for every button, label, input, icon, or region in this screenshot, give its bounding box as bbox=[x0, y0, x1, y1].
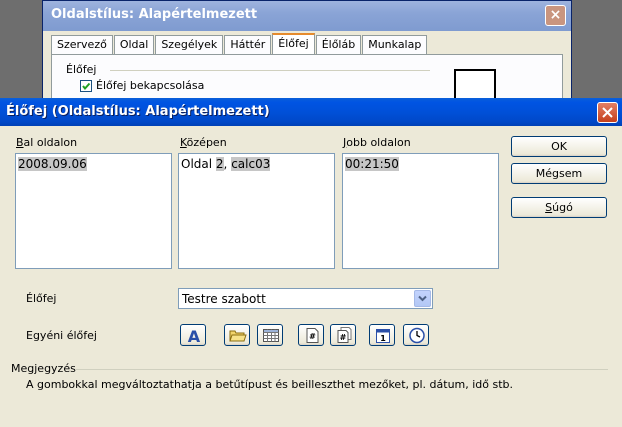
center-area-editor[interactable]: Oldal 2, calc03 bbox=[178, 153, 335, 269]
header-dialog-titlebar: Élőfej (Oldalstílus: Alapértelmezett) bbox=[0, 98, 622, 126]
help-button[interactable]: Súgó bbox=[511, 197, 607, 218]
right-area-editor[interactable]: 00:21:50 bbox=[342, 153, 499, 269]
tab-header[interactable]: Élőfej bbox=[272, 33, 315, 55]
close-button[interactable] bbox=[597, 102, 618, 123]
checkmark-icon bbox=[82, 82, 91, 90]
page-style-tabs: Szervező Oldal Szegélyek Háttér Élőfej É… bbox=[51, 33, 428, 55]
header-dialog: Élőfej (Oldalstílus: Alapértelmezett) Ba… bbox=[0, 98, 622, 427]
page-style-dialog: Oldalstílus: Alapértelmezett × Szervező … bbox=[42, 0, 572, 117]
section-divider bbox=[110, 70, 430, 71]
right-area-label: Jobb oldalon bbox=[343, 136, 411, 149]
text-attributes-icon: A bbox=[188, 327, 201, 344]
left-area-editor[interactable]: 2008.09.06 bbox=[15, 153, 172, 269]
tab-background[interactable]: Háttér bbox=[224, 35, 272, 54]
tab-organizer[interactable]: Szervező bbox=[51, 35, 113, 54]
date-icon: 1 bbox=[376, 329, 390, 343]
page-count-icon: # bbox=[337, 327, 352, 343]
svg-text:1: 1 bbox=[380, 334, 386, 343]
header-type-label: Élőfej bbox=[26, 292, 57, 305]
date-field[interactable]: 2008.09.06 bbox=[18, 157, 87, 171]
text-attributes-button[interactable]: A bbox=[180, 324, 206, 346]
file-name-button[interactable] bbox=[224, 324, 250, 346]
page-style-title: Oldalstílus: Alapértelmezett bbox=[51, 7, 258, 22]
header-on-checkbox[interactable] bbox=[80, 79, 92, 92]
note-text: A gombokkal megváltoztathatja a betűtípu… bbox=[26, 378, 514, 391]
left-area-label: Bal oldalon bbox=[16, 136, 78, 149]
page-number-field[interactable]: 2 bbox=[215, 157, 224, 171]
svg-text:A: A bbox=[188, 327, 201, 344]
chevron-down-icon[interactable] bbox=[414, 290, 431, 307]
header-on-label: Élőfej bekapcsolása bbox=[96, 79, 205, 92]
tab-borders[interactable]: Szegélyek bbox=[155, 35, 224, 54]
close-icon bbox=[602, 107, 613, 118]
tab-footer[interactable]: Élőláb bbox=[315, 35, 362, 54]
tab-page[interactable]: Oldal bbox=[113, 35, 155, 54]
header-dialog-title: Élőfej (Oldalstílus: Alapértelmezett) bbox=[6, 104, 270, 119]
page-number-icon: # bbox=[306, 328, 319, 343]
sheet-name-icon bbox=[263, 329, 279, 342]
time-icon bbox=[409, 327, 425, 344]
tab-sheet[interactable]: Munkalap bbox=[362, 35, 428, 54]
ok-button[interactable]: OK bbox=[511, 136, 607, 157]
cancel-button[interactable]: Mégsem bbox=[511, 163, 607, 184]
header-type-value: Testre szabott bbox=[182, 292, 266, 306]
file-name-icon bbox=[229, 330, 247, 342]
page-style-titlebar: Oldalstílus: Alapértelmezett × bbox=[43, 1, 571, 31]
svg-text:#: # bbox=[309, 332, 316, 341]
custom-header-label: Egyéni élőfej bbox=[26, 329, 97, 342]
time-field[interactable]: 00:21:50 bbox=[345, 157, 399, 171]
time-button[interactable] bbox=[403, 324, 429, 346]
header-on-row: Élőfej bekapcsolása bbox=[80, 79, 204, 92]
sheet-name-field[interactable]: calc03 bbox=[231, 157, 271, 171]
center-text: Oldal bbox=[181, 157, 216, 171]
center-area-label: Középen bbox=[180, 136, 227, 149]
header-type-select[interactable]: Testre szabott bbox=[178, 288, 433, 309]
sheet-name-button[interactable] bbox=[257, 324, 283, 346]
header-section-label: Élőfej bbox=[66, 63, 97, 76]
page-style-close-button[interactable]: × bbox=[545, 5, 566, 26]
page-number-button[interactable]: # bbox=[298, 324, 324, 346]
page-count-button[interactable]: # bbox=[330, 324, 356, 346]
note-divider bbox=[76, 369, 608, 370]
svg-text:#: # bbox=[340, 333, 347, 342]
date-button[interactable]: 1 bbox=[369, 324, 395, 346]
note-label: Megjegyzés bbox=[11, 362, 76, 375]
